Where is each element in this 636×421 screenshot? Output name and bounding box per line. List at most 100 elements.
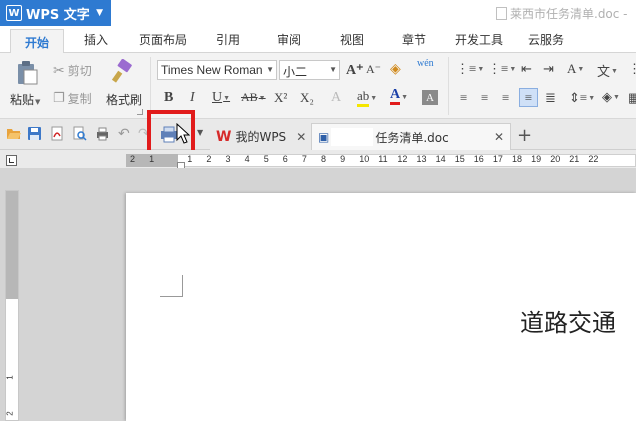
tab-developer[interactable]: 开发工具 [455,31,503,48]
tab-cloud-services[interactable]: 云服务 [528,31,564,48]
ruler-tick-label: 1 [187,154,193,164]
ruler-tick-label: 1 [149,154,155,164]
ruler-tick-label: 15 [454,154,465,164]
vruler-tick-label: 1 [5,375,15,380]
save-icon[interactable] [27,126,42,141]
shrink-font-button[interactable]: A⁻ [366,62,381,77]
tab-stop-selector[interactable] [6,155,17,166]
wps-app-menu-button[interactable]: W WPS 文字 ▼ [0,0,111,26]
divider [448,57,449,115]
italic-button[interactable]: I [190,90,195,106]
distributed-align-icon[interactable]: ≣ [545,90,556,106]
show-marks-icon[interactable]: ⋮ [628,61,636,77]
chevron-down-icon: ▼ [329,65,337,74]
format-painter-label: 格式刷 [106,93,143,107]
document-body-text[interactable]: 道路交通 [520,303,616,338]
justify-icon[interactable]: ≡ [519,88,538,107]
tab-home[interactable]: 开始 [10,29,65,54]
chevron-down-icon: ▼ [96,8,103,18]
ruler-tick-label: 21 [569,154,580,164]
tab-references[interactable]: 引用 [216,31,240,48]
close-icon[interactable]: ✕ [296,130,306,144]
doc-tab-my-wps[interactable]: W 我的WPS ✕ [210,123,313,150]
ruler-tick-label: 7 [301,154,307,164]
numbered-list-icon[interactable]: ⋮≡ ▼ [488,61,516,77]
vruler-tick-label: 2 [5,411,15,416]
ruler-tick-label: 2 [206,154,212,164]
character-shading-button[interactable]: A [422,90,438,105]
horizontal-ruler: 2 1 1 2 3 4 5 6 7 8 9 10 11 12 13 14 15 16 17 18 19 20 21 22 [0,150,636,170]
tab-review[interactable]: 审阅 [277,31,301,48]
cut-button[interactable]: ✂ 剪切 [53,62,92,79]
tab-insert[interactable]: 插入 [84,31,108,48]
ruler-tick-label: 6 [282,154,288,164]
subscript-button[interactable]: X₂ [300,90,314,106]
clipboard-group-launcher[interactable] [137,109,143,115]
ruler-tick-label: 16 [473,154,484,164]
clear-format-eraser-icon[interactable]: ◈ [390,61,401,78]
highlight-color-button[interactable]: ab ▼ [357,88,377,107]
font-name-select[interactable]: Times New Roman ▼ [157,60,277,80]
font-color-button[interactable]: A ▼ [390,88,408,105]
bold-button[interactable]: B [164,90,173,106]
print-icon[interactable] [95,126,110,141]
chevron-down-icon[interactable]: ▼ [197,128,203,137]
window-title: 莱西市任务清单.doc - [496,5,628,22]
wps-logo-icon: W [6,5,22,21]
decrease-indent-icon[interactable]: ⇤ [521,61,532,77]
superscript-button[interactable]: X² [274,90,287,106]
pinyin-guide-button[interactable]: wén [417,58,434,69]
clipboard-icon [18,61,38,85]
chinese-layout-icon[interactable]: 文 ▼ [597,61,618,80]
align-center-icon[interactable]: ≡ [481,90,488,106]
paste-button[interactable] [14,59,40,87]
ribbon-home: 粘贴▼ ✂ 剪切 ❐ 复制 格式刷 Times New Roman ▼ 小二 ▼ A… [0,53,636,119]
increase-indent-icon[interactable]: ⇥ [543,61,554,77]
align-right-icon[interactable]: ≡ [502,90,509,106]
open-folder-icon[interactable] [6,126,21,141]
copy-button[interactable]: ❐ 复制 [53,90,92,107]
ruler-tick-label: 8 [321,154,327,164]
text-effect-icon[interactable]: A [331,90,341,106]
app-name: WPS 文字 [26,7,90,23]
chevron-down-icon: ▼ [266,65,274,74]
divider [150,57,151,115]
tab-sections[interactable]: 章节 [402,31,426,48]
ruler-tick-label: 19 [531,154,542,164]
highlighter-icon: ab [357,88,370,107]
bullet-list-icon[interactable]: ⋮≡ ▼ [456,61,484,77]
borders-icon[interactable]: ▦ [628,90,636,106]
export-pdf-icon[interactable] [50,126,65,141]
align-left-icon[interactable]: ≡ [460,90,467,106]
underline-button[interactable]: U ▼ [212,90,230,106]
ruler-tick-label: 17 [492,154,503,164]
font-size-select[interactable]: 小二 ▼ [279,60,340,80]
vertical-ruler: 1 2 [5,190,19,421]
quick-access-toolbar: ↶ ↷ ▼ W 我的WPS ✕ ▣ 任务清单.doc ✕ + [0,119,636,150]
title-bar: W WPS 文字 ▼ 莱西市任务清单.doc - [0,0,636,26]
change-case-icon[interactable]: A ▼ [567,61,584,77]
print-preview-icon[interactable] [72,126,87,141]
strikethrough-button[interactable]: AB ▼ [241,90,266,105]
format-painter-button[interactable] [110,58,136,86]
close-icon[interactable]: ✕ [494,130,504,144]
grow-font-button[interactable]: A⁺ [346,62,364,79]
line-spacing-icon[interactable]: ⇕≡ ▼ [569,90,595,106]
word-doc-icon: ▣ [318,130,330,144]
paragraph-shading-icon[interactable]: ◈ ▼ [602,89,620,105]
ruler-tick-label: 11 [378,154,388,164]
undo-icon[interactable]: ↶ [118,126,133,142]
tab-page-layout[interactable]: 页面布局 [139,31,187,48]
ruler-tick-label: 9 [340,154,346,164]
doc-tab-active[interactable]: ▣ 任务清单.doc ✕ [311,123,511,150]
ruler-tick-label: 18 [512,154,523,164]
copy-icon: ❐ [53,91,65,106]
ruler-tick-label: 3 [225,154,231,164]
document-icon [496,7,507,20]
redacted-block [331,128,374,146]
tab-view[interactable]: 视图 [340,31,364,48]
ruler-tick-label: 5 [263,154,269,164]
ruler-tick-label: 20 [550,154,561,164]
ruler-tick-label: 22 [588,154,599,164]
new-tab-button[interactable]: + [517,125,532,146]
